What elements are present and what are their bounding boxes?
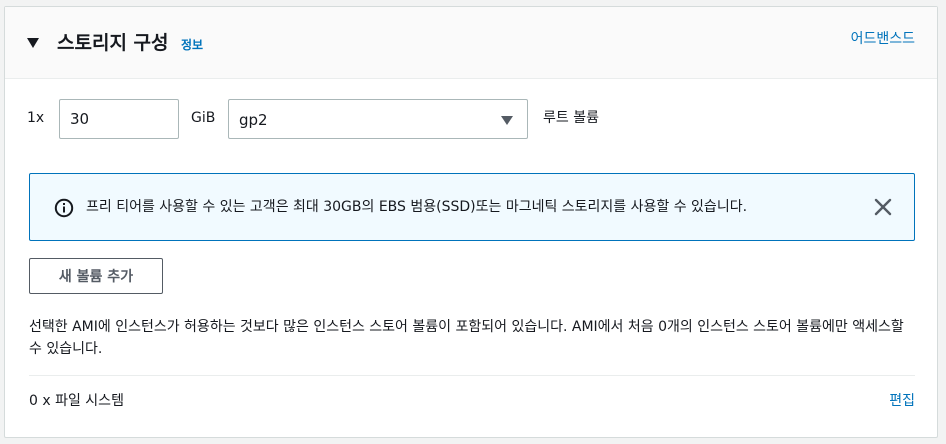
info-link[interactable]: 정보	[181, 38, 203, 52]
caret-down-icon	[501, 116, 513, 125]
free-tier-alert: 프리 티어를 사용할 수 있는 고객은 최대 30GB의 EBS 범용(SSD)…	[29, 173, 915, 241]
panel-header: 스토리지 구성 정보 어드밴스드	[5, 7, 937, 79]
edit-filesystems-link[interactable]: 편집	[889, 392, 915, 410]
root-volume-row: 1x GiB gp2 루트 볼륨	[27, 99, 627, 139]
volume-type-value: gp2	[239, 111, 268, 129]
volume-type-select[interactable]: gp2	[228, 99, 528, 139]
alert-text: 프리 티어를 사용할 수 있는 고객은 최대 30GB의 EBS 범용(SSD)…	[86, 199, 748, 215]
filesystem-count-label: 0 x 파일 시스템	[29, 393, 124, 409]
divider	[29, 375, 915, 376]
info-icon	[54, 198, 74, 218]
close-icon[interactable]	[872, 196, 894, 218]
advanced-link[interactable]: 어드밴스드	[851, 30, 915, 48]
volume-quantity: 1x	[27, 110, 45, 126]
root-volume-label: 루트 볼륨	[543, 110, 599, 126]
instance-store-description: 선택한 AMI에 인스턴스가 허용하는 것보다 많은 인스턴스 스토어 볼륨이 …	[29, 319, 904, 357]
add-volume-button[interactable]: 새 볼륨 추가	[29, 258, 163, 294]
collapse-caret-icon[interactable]	[27, 38, 39, 48]
storage-config-panel: 스토리지 구성 정보 어드밴스드 1x GiB gp2 루트 볼륨 프리 티어를…	[4, 6, 938, 438]
volume-size-input[interactable]	[59, 99, 179, 139]
section-title: 스토리지 구성	[57, 32, 169, 54]
volume-size-unit: GiB	[191, 110, 216, 126]
